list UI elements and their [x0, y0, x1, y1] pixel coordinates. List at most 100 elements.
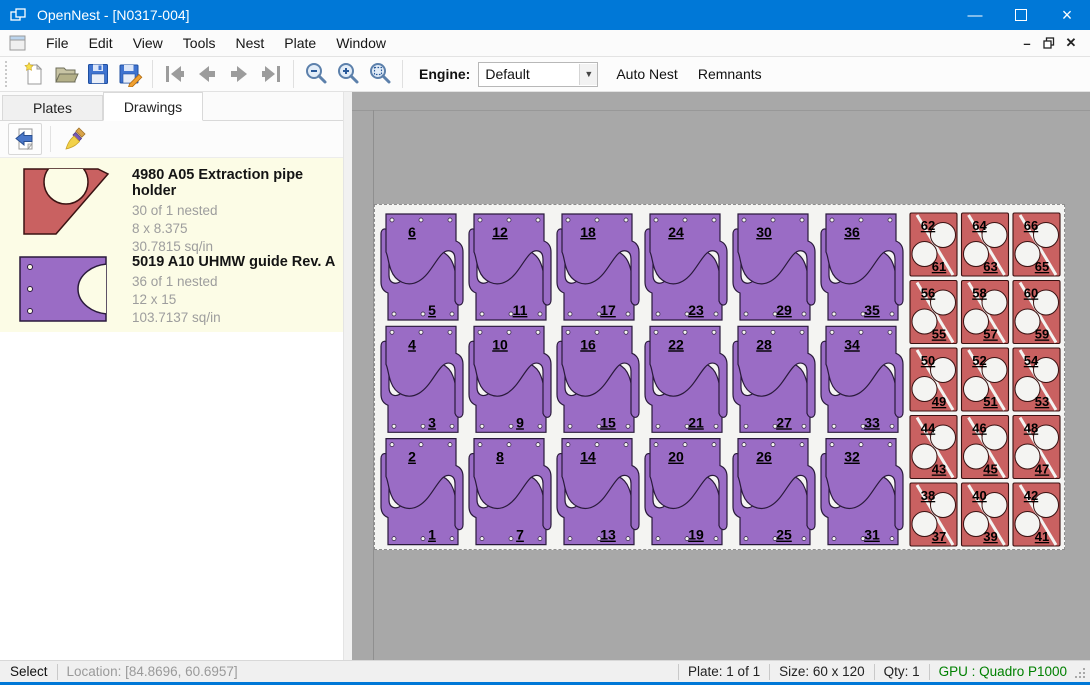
drawing-item-extraction-pipe-holder[interactable]: 4980 A05 Extraction pipe holder 30 of 1 … — [0, 158, 343, 245]
menu-window[interactable]: Window — [326, 30, 396, 56]
tab-plates[interactable]: Plates — [2, 95, 103, 121]
tab-drawings[interactable]: Drawings — [103, 92, 203, 121]
nest-canvas[interactable]: 6512111817242330293635431091615222128273… — [375, 205, 1064, 549]
close-button[interactable]: × — [1044, 0, 1090, 30]
nest-pair-red[interactable]: 3837 — [910, 483, 957, 546]
new-button[interactable] — [18, 59, 50, 89]
nest-pair-red[interactable]: 5655 — [910, 281, 957, 344]
nest-pair-purple[interactable]: 3029 — [733, 214, 815, 320]
nest-pair-red[interactable]: 4645 — [962, 416, 1009, 479]
drawing-list: 4980 A05 Extraction pipe holder 30 of 1 … — [0, 158, 343, 332]
toolbar-grip[interactable] — [5, 61, 10, 87]
nest-pair-purple[interactable]: 65 — [381, 214, 463, 320]
part-number-label: 10 — [492, 336, 508, 352]
part-number-label: 42 — [1024, 488, 1038, 503]
nest-pair-purple[interactable]: 21 — [381, 439, 463, 545]
nest-pair-purple[interactable]: 3635 — [821, 214, 903, 320]
nest-pair-red[interactable]: 5453 — [1013, 348, 1060, 411]
nest-pair-red[interactable]: 5857 — [962, 281, 1009, 344]
nest-pair-red[interactable]: 5049 — [910, 348, 957, 411]
nest-pair-purple[interactable]: 2221 — [645, 326, 727, 432]
drawing-item-uhmw-guide[interactable]: 5019 A10 UHMW guide Rev. A 36 of 1 neste… — [0, 245, 343, 332]
nest-pair-red[interactable]: 4847 — [1013, 416, 1060, 479]
nest-pair-red[interactable]: 4443 — [910, 416, 957, 479]
plate-count-status: Plate: 1 of 1 — [688, 664, 760, 679]
gpu-status: GPU : Quadro P1000 — [939, 664, 1067, 679]
nest-pair-purple[interactable]: 2625 — [733, 439, 815, 545]
part-number-label: 28 — [756, 336, 772, 352]
child-restore-button[interactable] — [1038, 33, 1060, 53]
nest-pair-purple[interactable]: 3231 — [821, 439, 903, 545]
auto-nest-button[interactable]: Auto Nest — [606, 59, 687, 89]
nest-pair-purple[interactable]: 1413 — [557, 439, 639, 545]
part-number-label: 11 — [513, 302, 528, 318]
part-number-label: 12 — [492, 224, 508, 240]
part-number-label: 54 — [1024, 353, 1039, 368]
menu-edit[interactable]: Edit — [79, 30, 123, 56]
save-as-button[interactable] — [114, 59, 146, 89]
drawing-nested-count: 36 of 1 nested — [132, 273, 343, 291]
sidebar-scrollbar[interactable] — [343, 92, 352, 660]
nest-pair-red[interactable]: 6059 — [1013, 281, 1060, 344]
menu-nest[interactable]: Nest — [225, 30, 274, 56]
part-number-label: 24 — [668, 224, 684, 240]
nest-pair-purple[interactable]: 3433 — [821, 326, 903, 432]
maximize-button[interactable] — [998, 0, 1044, 30]
menu-view[interactable]: View — [123, 30, 173, 56]
part-number-label: 66 — [1024, 218, 1038, 233]
part-number-label: 63 — [983, 259, 997, 274]
nest-pair-red[interactable]: 42 41 — [1013, 483, 1060, 546]
part-number-label: 40 — [972, 488, 986, 503]
part-number-label: 21 — [688, 414, 704, 430]
first-plate-button[interactable] — [159, 59, 191, 89]
engine-combobox[interactable]: Default ▼ — [478, 62, 598, 87]
nest-pair-red[interactable]: 6261 — [910, 213, 957, 276]
statusbar-separator — [678, 664, 679, 680]
part-number-label: 16 — [580, 336, 596, 352]
zoom-in-button[interactable] — [332, 59, 364, 89]
nest-pair-purple[interactable]: 2019 — [645, 439, 727, 545]
nest-pair-purple[interactable]: 43 — [381, 326, 463, 432]
statusbar-separator — [769, 664, 770, 680]
nest-pair-red[interactable]: 64 63 — [962, 213, 1009, 276]
nest-pair-red[interactable]: 5251 — [962, 348, 1009, 411]
import-drawing-button[interactable] — [8, 123, 42, 155]
part-number-label: 64 — [972, 218, 987, 233]
part-number-label: 41 — [1035, 529, 1049, 544]
nest-pair-purple[interactable]: 109 — [469, 326, 551, 432]
last-plate-button[interactable] — [255, 59, 287, 89]
part-number-label: 65 — [1035, 259, 1049, 274]
previous-plate-button[interactable] — [191, 59, 223, 89]
nest-pair-purple[interactable]: 2827 — [733, 326, 815, 432]
toolbar-separator — [402, 60, 403, 88]
nest-pair-purple[interactable]: 12 11 — [469, 214, 551, 320]
nest-pair-purple[interactable]: 87 — [469, 439, 551, 545]
nest-pair-red[interactable]: 4039 — [962, 483, 1009, 546]
resize-grip[interactable] — [1073, 666, 1087, 680]
clear-drawings-button[interactable] — [59, 123, 93, 155]
remnants-button[interactable]: Remnants — [688, 59, 772, 89]
part-number-label: 47 — [1035, 462, 1049, 477]
minimize-button[interactable]: ― — [952, 0, 998, 30]
save-button[interactable] — [82, 59, 114, 89]
zoom-out-button[interactable] — [300, 59, 332, 89]
nest-viewport[interactable]: 6512111817242330293635431091615222128273… — [352, 92, 1090, 660]
child-close-button[interactable]: ✕ — [1060, 33, 1082, 53]
zoom-fit-button[interactable] — [364, 59, 396, 89]
child-minimize-button[interactable]: – — [1016, 33, 1038, 53]
nest-pair-red[interactable]: 66 65 — [1013, 213, 1060, 276]
open-button[interactable] — [50, 59, 82, 89]
menu-tools[interactable]: Tools — [173, 30, 226, 56]
next-plate-button[interactable] — [223, 59, 255, 89]
nest-pair-purple[interactable]: 1615 — [557, 326, 639, 432]
menu-plate[interactable]: Plate — [274, 30, 326, 56]
part-number-label: 62 — [921, 218, 935, 233]
chevron-down-icon[interactable]: ▼ — [579, 64, 597, 85]
part-number-label: 26 — [756, 449, 772, 465]
nest-pair-purple[interactable]: 2423 — [645, 214, 727, 320]
nest-pair-purple[interactable]: 1817 — [557, 214, 639, 320]
menu-file[interactable]: File — [36, 30, 79, 56]
part-number-label: 4 — [408, 336, 416, 352]
engine-value: Default — [479, 66, 579, 82]
plate[interactable]: 6512111817242330293635431091615222128273… — [374, 204, 1065, 550]
